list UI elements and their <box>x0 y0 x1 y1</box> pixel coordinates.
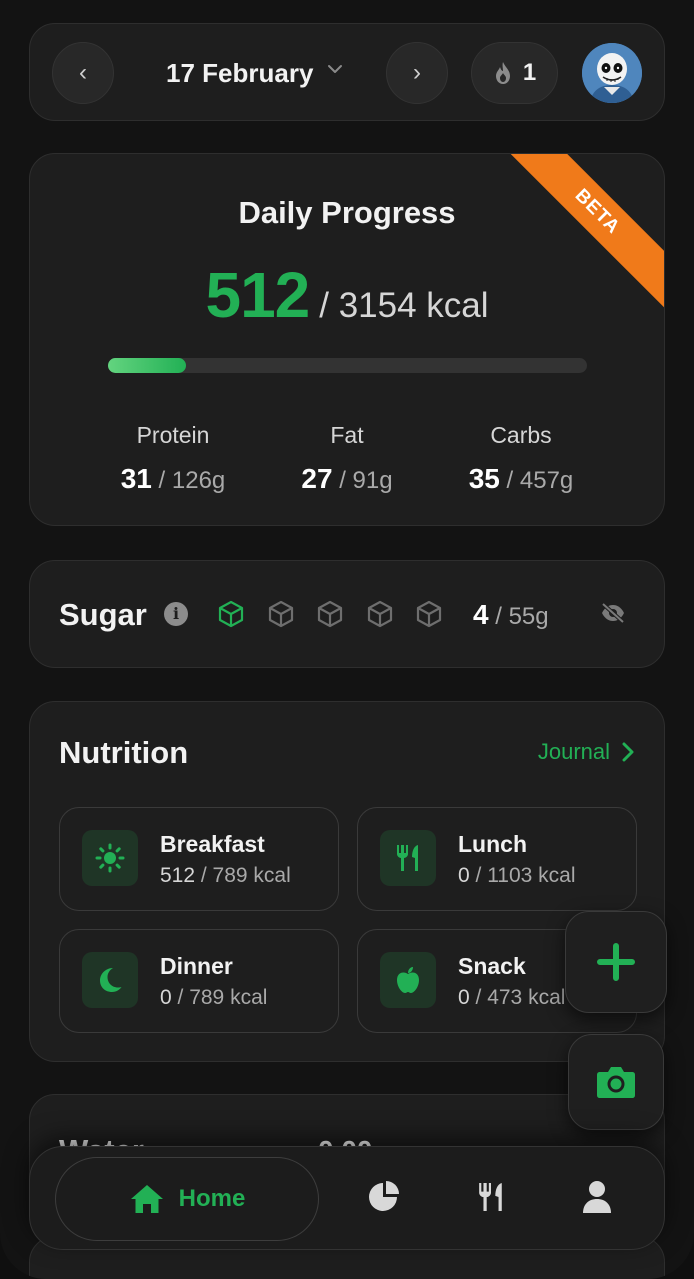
utensils-icon <box>380 830 436 886</box>
skull-avatar-image <box>582 43 642 103</box>
macro-goal: / 457g <box>499 467 574 494</box>
nav-stats-tab[interactable] <box>365 1177 405 1217</box>
app-screen: ‹ 17 February › 1 BETA Daily Progress 51… <box>0 0 694 1279</box>
macro-carbs: Carbs 35 / 457g <box>446 422 596 495</box>
nav-home-label: Home <box>178 1185 246 1212</box>
sugar-value: 4 <box>473 599 489 630</box>
macro-label: Fat <box>330 422 364 448</box>
utensils-icon <box>479 1183 502 1211</box>
sugar-cube-empty-icon <box>416 600 442 628</box>
meal-goal: / 473 kcal <box>469 986 566 1009</box>
macro-goal: / 91g <box>332 467 393 494</box>
home-icon <box>130 1185 163 1213</box>
calories-eaten: 512 <box>205 259 310 331</box>
chevron-right-icon <box>622 742 634 762</box>
bottom-navigation: Home <box>29 1146 665 1250</box>
avatar[interactable] <box>582 43 642 103</box>
sugar-cube-empty-icon <box>367 600 392 628</box>
date-selector[interactable]: 17 February <box>166 58 313 89</box>
macro-label: Protein <box>136 422 210 448</box>
nav-food-tab[interactable] <box>471 1177 511 1217</box>
meal-name: Dinner <box>160 953 233 979</box>
meal-calories: 0 / 473 kcal <box>458 986 565 1010</box>
nutrition-title: Nutrition <box>59 735 189 770</box>
scan-food-button[interactable] <box>568 1034 664 1130</box>
sugar-cube-filled-icon <box>218 600 244 628</box>
meal-eaten: 0 <box>458 986 470 1009</box>
calorie-summary: 512/ 3154 kcal <box>30 258 664 332</box>
meal-card-lunch[interactable]: Lunch 0 / 1103 kcal <box>357 807 637 911</box>
flame-icon <box>495 62 510 84</box>
meal-eaten: 0 <box>160 986 172 1009</box>
meal-card-dinner[interactable]: Dinner 0 / 789 kcal <box>59 929 339 1033</box>
meal-calories: 0 / 1103 kcal <box>458 864 576 888</box>
meal-name: Lunch <box>458 831 527 857</box>
sugar-amount: 4 / 55g <box>473 599 549 631</box>
info-icon[interactable]: i <box>164 602 188 626</box>
meal-eaten: 512 <box>160 864 196 887</box>
chevron-right-icon: › <box>413 59 421 86</box>
meal-calories: 512 / 789 kcal <box>160 864 291 888</box>
macro-fat: Fat 27 / 91g <box>272 422 422 495</box>
sugar-title: Sugar <box>59 597 147 632</box>
macro-value: 35 <box>468 463 500 494</box>
macro-protein: Protein 31 / 126g <box>98 422 248 495</box>
macro-value: 31 <box>120 463 152 494</box>
sugar-cube-empty-icon <box>317 600 343 628</box>
sugar-goal: / 55g <box>488 603 549 630</box>
macro-label: Carbs <box>490 422 552 448</box>
macro-value: 27 <box>301 463 333 494</box>
chevron-down-icon[interactable] <box>326 60 344 78</box>
calorie-progress-bar <box>108 358 587 373</box>
plus-icon <box>597 943 635 981</box>
nutrition-card: Nutrition Journal Breakfast 512 / 789 kc… <box>29 701 665 1062</box>
meal-goal: / 789 kcal <box>171 986 268 1009</box>
macro-goal: / 126g <box>151 467 226 494</box>
nav-home-tab[interactable]: Home <box>55 1157 319 1241</box>
date-header: ‹ 17 February › 1 <box>29 23 665 121</box>
add-food-button[interactable] <box>565 911 667 1013</box>
streak-count: 1 <box>522 59 537 86</box>
meal-goal: / 789 kcal <box>195 864 291 887</box>
camera-icon <box>597 1067 635 1098</box>
apple-icon <box>380 952 436 1008</box>
meal-card-breakfast[interactable]: Breakfast 512 / 789 kcal <box>59 807 339 911</box>
calorie-progress-fill <box>108 358 186 373</box>
journal-label: Journal <box>537 739 610 764</box>
eye-off-icon[interactable] <box>600 602 626 624</box>
meal-calories: 0 / 789 kcal <box>160 986 267 1010</box>
meal-name: Breakfast <box>160 831 265 857</box>
meal-eaten: 0 <box>458 864 470 887</box>
sugar-card: Sugar i 4 / 55g <box>29 560 665 668</box>
previous-day-button[interactable]: ‹ <box>52 42 114 104</box>
streak-badge[interactable]: 1 <box>471 42 558 104</box>
moon-icon <box>82 952 138 1008</box>
sugar-cube-empty-icon <box>268 600 293 628</box>
chart-pie-icon <box>369 1181 399 1211</box>
chevron-left-icon: ‹ <box>79 59 87 86</box>
next-day-button[interactable]: › <box>386 42 448 104</box>
daily-progress-card: BETA Daily Progress 512/ 3154 kcal Prote… <box>29 153 665 526</box>
calories-goal: / 3154 kcal <box>319 286 489 325</box>
nav-profile-tab[interactable] <box>577 1177 617 1217</box>
user-icon <box>583 1181 611 1213</box>
daily-progress-title: Daily Progress <box>238 195 456 230</box>
meal-name: Snack <box>458 953 526 979</box>
sun-icon <box>82 830 138 886</box>
meal-goal: / 1103 kcal <box>469 864 576 887</box>
journal-link[interactable]: Journal <box>538 739 634 765</box>
